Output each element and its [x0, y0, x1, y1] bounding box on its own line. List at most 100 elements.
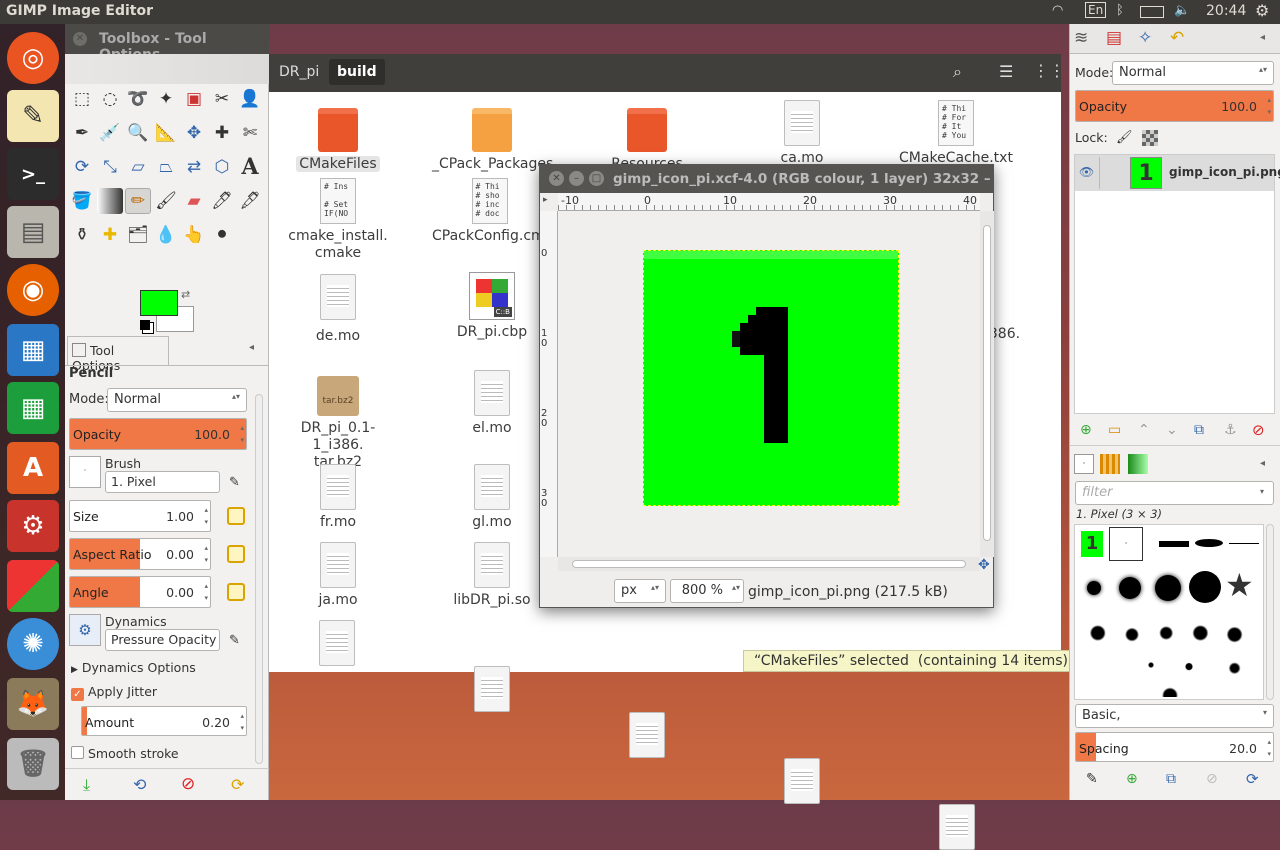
rect-select-icon[interactable]: ⬚	[69, 86, 95, 112]
horizontal-ruler[interactable]: -10 0 10 20 30 40	[558, 193, 980, 211]
tab-patterns[interactable]	[1100, 454, 1120, 474]
lower-layer-icon[interactable]: ⌄	[1166, 422, 1178, 438]
new-layer-icon[interactable]: ⊕	[1080, 422, 1092, 438]
swap-colors-icon[interactable]: ⇄	[181, 288, 190, 301]
brush-field[interactable]: 1. Pixel	[105, 471, 220, 493]
flip-icon[interactable]: ⇄	[181, 154, 207, 180]
ellipse-select-icon[interactable]: ◌	[97, 86, 123, 112]
brush-preview[interactable]: ·	[69, 456, 101, 488]
breadcrumb-dr-pi[interactable]: DR_pi	[279, 64, 319, 80]
brush-thumb-block[interactable]	[1159, 541, 1189, 547]
reset-options-icon[interactable]: ⟳	[231, 775, 244, 794]
files-icon[interactable]: ▤	[7, 206, 59, 258]
brush-set-select[interactable]: Basic, ▾	[1075, 704, 1274, 728]
file-item[interactable]: fr.mo	[278, 464, 398, 530]
heal-icon[interactable]: ✚	[97, 222, 123, 248]
firefox-icon[interactable]: ◉	[7, 264, 59, 316]
perspective-icon[interactable]: ⏢	[153, 154, 179, 180]
anchor-layer-icon[interactable]: ⚓	[1224, 422, 1237, 438]
airbrush-icon[interactable]: 🖊	[209, 188, 235, 214]
tab-tool-options[interactable]: Tool Options	[67, 336, 169, 373]
lock-alpha-icon[interactable]	[1142, 130, 1158, 146]
chevron-down-icon[interactable]: ▾	[1260, 487, 1264, 496]
brush-thumb-star[interactable]: ★	[1225, 565, 1254, 605]
grid-view-icon[interactable]: ⋮⋮	[1033, 61, 1065, 80]
panel-menu-icon[interactable]: ◂	[249, 342, 254, 353]
free-select-icon[interactable]: ➰	[125, 86, 151, 112]
gimp-icon[interactable]: 🦊	[7, 678, 59, 730]
new-group-icon[interactable]: ▭	[1108, 422, 1121, 438]
brush-thumb-fuzzy[interactable]	[1119, 577, 1141, 599]
delete-layer-icon[interactable]: ⊘	[1252, 421, 1265, 439]
smooth-stroke-checkbox[interactable]: Smooth stroke	[71, 746, 179, 761]
file-item[interactable]: # Ins # Set IF(NO cmake_install. cmake	[278, 178, 398, 262]
list-view-icon[interactable]: ☰	[999, 62, 1013, 81]
cage-icon[interactable]: ⬡	[209, 154, 235, 180]
edit-brush-icon[interactable]: ✎	[229, 475, 240, 490]
move-icon[interactable]: ✥	[181, 120, 207, 146]
volume-icon[interactable]: 🔈	[1174, 3, 1190, 18]
close-button[interactable]: ✕	[549, 171, 564, 186]
foreground-select-icon[interactable]: 👤	[237, 86, 263, 112]
spacing-slider[interactable]: Spacing 20.0 ▴ ▾	[1075, 732, 1274, 762]
duplicate-brush-icon[interactable]: ⧉	[1166, 771, 1176, 787]
system-settings-icon[interactable]: ⚙	[7, 500, 59, 552]
minimize-button[interactable]: –	[569, 171, 584, 186]
amount-slider[interactable]: Amount 0.20 ▴ ▾	[81, 706, 247, 736]
brush-thumb-ellipse[interactable]	[1195, 539, 1223, 547]
horizontal-scrollbar[interactable]	[558, 557, 980, 571]
fuzzy-select-icon[interactable]: ✦	[153, 86, 179, 112]
blur-icon[interactable]: 💧	[153, 222, 179, 248]
align-icon[interactable]: ✚	[209, 120, 235, 146]
search-icon[interactable]: ⌕	[953, 62, 962, 82]
tab-gradients[interactable]	[1128, 454, 1148, 474]
scissors-icon[interactable]: ✂	[209, 86, 235, 112]
file-item[interactable]: _CPack_Packages	[432, 108, 553, 172]
file-item[interactable]: gl.mo	[432, 464, 552, 530]
file-item[interactable]: # Thi # For # It # You CMakeCache.txt	[896, 100, 1016, 166]
file-item[interactable]: de.mo	[278, 274, 398, 344]
layer-mode-select[interactable]: Normal ▴▾	[1112, 61, 1274, 85]
edit-brush-icon[interactable]: ✎	[1086, 771, 1098, 787]
scrollbar[interactable]	[255, 394, 263, 764]
delete-options-icon[interactable]: ⊘	[181, 774, 195, 794]
navigate-icon[interactable]: ✥	[978, 557, 990, 573]
document-icon[interactable]	[784, 758, 820, 804]
writer-icon[interactable]: ▦	[7, 324, 59, 376]
default-colors-icon[interactable]	[140, 320, 150, 330]
ubuntu-dash-icon[interactable]: ◎	[7, 32, 59, 84]
pencil-icon[interactable]: ✏	[125, 188, 151, 214]
smudge-icon[interactable]: 👆	[181, 222, 207, 248]
battery-icon[interactable]	[1140, 6, 1164, 18]
brush-thumb-circle[interactable]	[1189, 571, 1221, 603]
brush-thumb-line[interactable]	[1229, 543, 1259, 544]
paintbrush-icon[interactable]: 🖌	[153, 188, 179, 214]
settings-gear-icon[interactable]: ⚙	[1255, 1, 1269, 20]
size-slider[interactable]: Size 1.00 ▴ ▾	[69, 500, 211, 532]
terminal-icon[interactable]: >_	[7, 148, 59, 200]
visibility-eye-icon[interactable]: 👁	[1079, 165, 1094, 179]
software-center-icon[interactable]: A	[7, 442, 59, 494]
reset-aspect-icon[interactable]	[227, 545, 245, 563]
scale-icon[interactable]: ⤡	[97, 154, 123, 180]
brush-thumb-scatter[interactable]	[1075, 617, 1263, 697]
brush-scrollbar[interactable]	[1266, 524, 1274, 700]
calc-icon[interactable]: ▦	[7, 382, 59, 434]
bucket-fill-icon[interactable]: 🪣	[69, 188, 95, 214]
clone-icon[interactable]: ⚱	[69, 222, 95, 248]
bluetooth-icon[interactable]: ᛒ	[1116, 3, 1124, 18]
measure-icon[interactable]: 📐	[153, 120, 179, 146]
unit-select[interactable]: px ▴▾	[614, 579, 666, 603]
dynamics-field[interactable]: Pressure Opacity	[105, 629, 220, 651]
layer-opacity-slider[interactable]: Opacity 100.0 ▴ ▾	[1075, 90, 1274, 122]
reset-size-icon[interactable]	[227, 507, 245, 525]
file-item[interactable]: CMakeFiles	[278, 108, 398, 172]
blend-icon[interactable]	[97, 188, 123, 214]
file-item[interactable]: C::B DR_pi.cbp	[432, 272, 552, 340]
ink-icon[interactable]: 🖋	[237, 188, 263, 214]
file-item[interactable]: Resources	[587, 108, 707, 172]
crop-icon[interactable]: ✄	[237, 120, 263, 146]
raise-layer-icon[interactable]: ⌃	[1138, 422, 1150, 438]
panel-menu-icon[interactable]: ◂	[1260, 458, 1265, 469]
clock[interactable]: 20:44	[1206, 3, 1246, 19]
